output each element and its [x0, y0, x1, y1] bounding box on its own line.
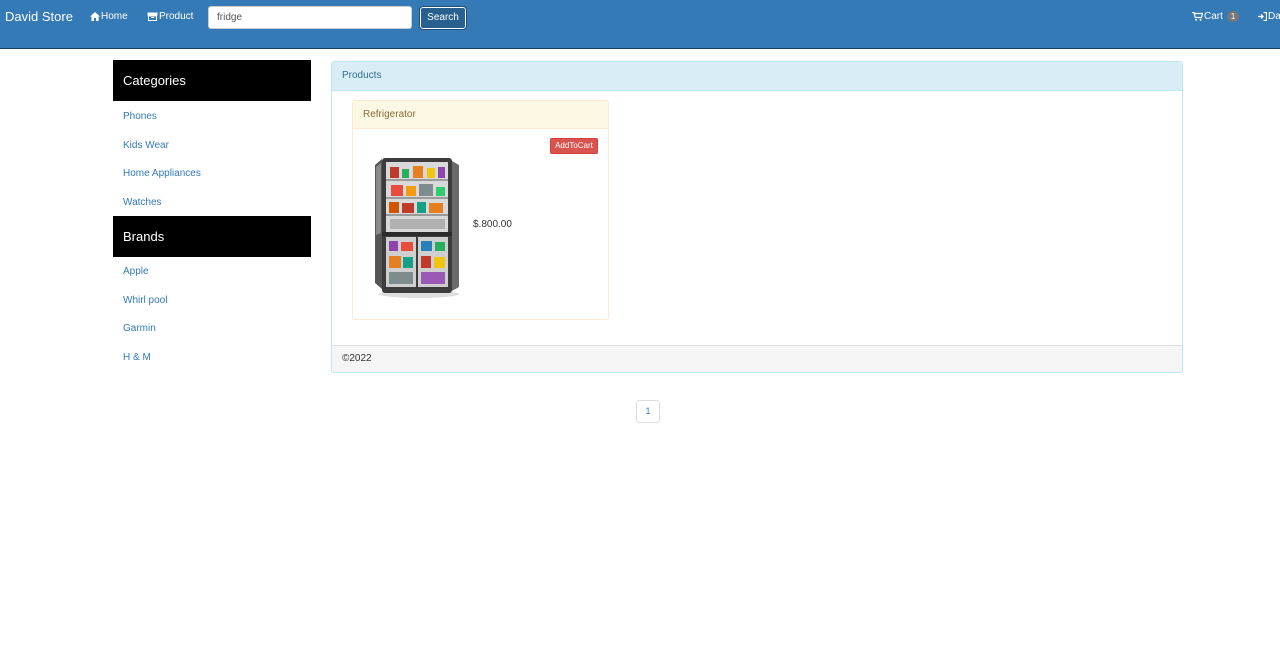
cart-count-badge: 1 — [1226, 11, 1240, 22]
home-icon — [90, 12, 100, 21]
brands-heading: Brands — [113, 216, 311, 257]
product-card: Refrigerator AddToCart $.800.00 — [352, 100, 609, 320]
category-link-home-appliances[interactable]: Home Appliances — [123, 167, 201, 180]
nav-home-label: Home — [101, 11, 128, 22]
nav-product-label: Product — [159, 11, 194, 22]
nav-login-link[interactable]: Da — [1258, 10, 1280, 23]
navbar: David Store Home Product Search Cart 1 D… — [0, 0, 1280, 49]
product-icon — [147, 12, 158, 21]
search-button[interactable]: Search — [419, 6, 467, 30]
nav-product-link[interactable]: Product — [147, 10, 193, 23]
category-link-kids-wear[interactable]: Kids Wear — [123, 139, 169, 152]
brand-link[interactable]: David Store — [5, 9, 73, 25]
product-price: $.800.00 — [473, 219, 512, 230]
add-to-cart-button[interactable]: AddToCart — [550, 138, 598, 154]
brand-link-hm[interactable]: H & M — [123, 351, 151, 364]
products-panel: Products Refrigerator AddToCart $.800.00… — [331, 61, 1183, 373]
category-link-watches[interactable]: Watches — [123, 196, 162, 209]
pagination-page-1[interactable]: 1 — [636, 400, 660, 423]
panel-footer: ©2022 — [332, 345, 1182, 372]
login-icon — [1258, 12, 1267, 21]
nav-cart-label: Cart — [1204, 11, 1223, 22]
brand-link-apple[interactable]: Apple — [123, 265, 149, 278]
categories-heading: Categories — [113, 60, 311, 101]
brand-link-whirlpool[interactable]: Whirl pool — [123, 294, 167, 307]
category-link-phones[interactable]: Phones — [123, 110, 157, 123]
brand-link-garmin[interactable]: Garmin — [123, 322, 156, 335]
nav-home-link[interactable]: Home — [90, 10, 128, 23]
product-image[interactable] — [373, 153, 463, 299]
search-input[interactable] — [208, 6, 412, 29]
products-panel-title: Products — [332, 62, 1182, 91]
product-name: Refrigerator — [353, 101, 608, 129]
cart-icon — [1192, 12, 1203, 21]
nav-login-label: Da — [1268, 11, 1280, 22]
nav-cart-link[interactable]: Cart 1 — [1192, 10, 1240, 23]
